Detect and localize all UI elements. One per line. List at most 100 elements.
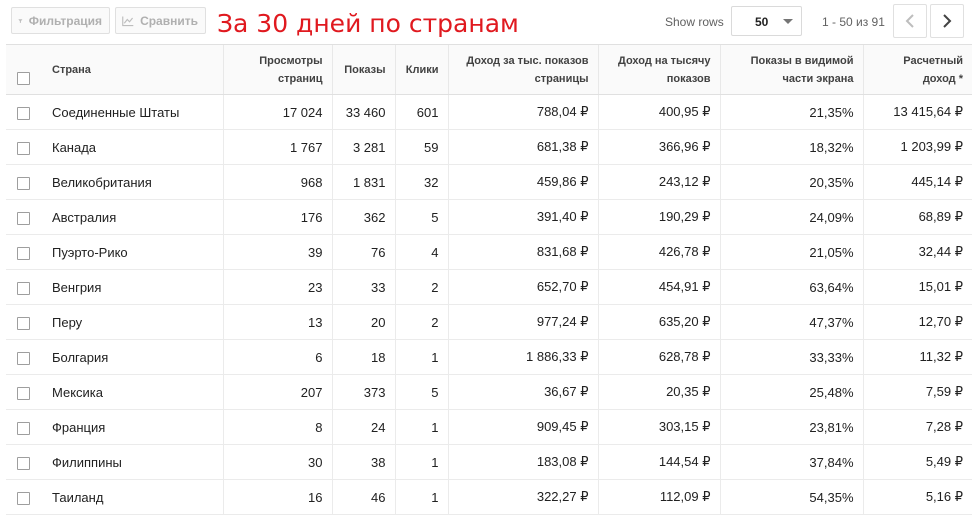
cell-active-view: 47,37%	[719, 304, 863, 340]
cell-page-rpm: 831,68 ₽	[447, 234, 598, 270]
cell-page-rpm: 977,24 ₽	[447, 304, 598, 340]
cell-clicks: 1	[394, 409, 448, 445]
cell-clicks: 1	[394, 479, 448, 515]
table-row[interactable]: Пуэрто-Рико 39 76 4 831,68 ₽426,78 ₽21,05% 32…	[6, 234, 972, 270]
row-checkbox[interactable]	[16, 491, 30, 505]
column-header-pageviews[interactable]: Просмотры страниц	[222, 44, 332, 95]
cell-estimated-earnings: 12,70 ₽	[862, 304, 972, 340]
row-checkbox[interactable]	[16, 456, 30, 470]
cell-active-view: 20,35%	[719, 164, 863, 200]
row-checkbox[interactable]	[16, 316, 30, 330]
cell-impressions: 76	[331, 234, 395, 270]
compare-button[interactable]: Сравнить	[115, 7, 206, 34]
select-all-checkbox[interactable]	[16, 72, 30, 86]
row-select-cell	[6, 129, 40, 165]
cell-active-view: 24,09%	[719, 199, 863, 235]
column-header-clicks[interactable]: Клики	[394, 44, 448, 95]
cell-impression-rpm: 454,91 ₽	[597, 269, 720, 305]
cell-estimated-earnings: 445,14 ₽	[862, 164, 972, 200]
pagination-range: 1 - 50 из 91	[822, 15, 885, 29]
column-header-page-rpm[interactable]: Доход за тыс. показов страницы	[447, 44, 598, 95]
cell-country[interactable]: Канада	[40, 129, 223, 165]
table-row[interactable]: Франция 8 24 1 909,45 ₽303,15 ₽23,81% 7,28 ₽	[6, 409, 972, 445]
row-checkbox[interactable]	[16, 211, 30, 225]
cell-page-rpm: 909,45 ₽	[447, 409, 598, 445]
cell-pageviews: 207	[222, 374, 332, 410]
cell-pageviews: 30	[222, 444, 332, 480]
row-select-cell	[6, 269, 40, 305]
table-row[interactable]: Мексика 207 373 5 36,67 ₽20,35 ₽25,48% 7,59 ₽	[6, 374, 972, 410]
cell-impressions: 46	[331, 479, 395, 515]
row-checkbox[interactable]	[16, 421, 30, 435]
cell-country[interactable]: Перу	[40, 304, 223, 340]
table-row[interactable]: Венгрия 23 33 2 652,70 ₽454,91 ₽63,64% 15,01 …	[6, 269, 972, 305]
column-header-impressions[interactable]: Показы	[331, 44, 395, 95]
cell-impression-rpm: 20,35 ₽	[597, 374, 720, 410]
cell-page-rpm: 322,27 ₽	[447, 479, 598, 515]
cell-country[interactable]: Венгрия	[40, 269, 223, 305]
compare-button-label: Сравнить	[140, 13, 198, 28]
cell-page-rpm: 391,40 ₽	[447, 199, 598, 235]
cell-country[interactable]: Болгария	[40, 339, 223, 375]
filter-button[interactable]: Фильтрация	[11, 7, 110, 34]
cell-country[interactable]: Австралия	[40, 199, 223, 235]
cell-impressions: 24	[331, 409, 395, 445]
cell-clicks: 59	[394, 129, 448, 165]
cell-active-view: 21,05%	[719, 234, 863, 270]
cell-country[interactable]: Пуэрто-Рико	[40, 234, 223, 270]
table-row[interactable]: Соединенные Штаты 17 024 33 460 601 788,04 ₽…	[6, 94, 972, 130]
annotation-title: За 30 дней по странам	[217, 9, 519, 38]
prev-page-button[interactable]	[893, 4, 927, 38]
table-row[interactable]: Филиппины 30 38 1 183,08 ₽144,54 ₽37,84% 5,49…	[6, 444, 972, 480]
chevron-left-icon	[905, 14, 914, 28]
row-checkbox[interactable]	[16, 351, 30, 365]
cell-estimated-earnings: 68,89 ₽	[862, 199, 972, 235]
country-report-table: Страна Просмотры страниц Показы Клики До…	[6, 44, 972, 515]
cell-clicks: 1	[394, 339, 448, 375]
cell-country[interactable]: Филиппины	[40, 444, 223, 480]
table-row[interactable]: Великобритания 968 1 831 32 459,86 ₽243,12 ₽…	[6, 164, 972, 200]
cell-page-rpm: 36,67 ₽	[447, 374, 598, 410]
table-row[interactable]: Австралия 176 362 5 391,40 ₽190,29 ₽24,09% 68…	[6, 199, 972, 235]
row-checkbox[interactable]	[16, 246, 30, 260]
cell-estimated-earnings: 13 415,64 ₽	[862, 94, 972, 130]
cell-pageviews: 176	[222, 199, 332, 235]
next-page-button[interactable]	[930, 4, 964, 38]
cell-clicks: 32	[394, 164, 448, 200]
cell-estimated-earnings: 7,28 ₽	[862, 409, 972, 445]
cell-pageviews: 23	[222, 269, 332, 305]
row-select-cell	[6, 199, 40, 235]
cell-country[interactable]: Мексика	[40, 374, 223, 410]
row-select-cell	[6, 94, 40, 130]
table-row[interactable]: Таиланд 16 46 1 322,27 ₽112,09 ₽54,35% 5,16 ₽	[6, 479, 972, 515]
row-checkbox[interactable]	[16, 106, 30, 120]
row-checkbox[interactable]	[16, 176, 30, 190]
column-header-impression-rpm[interactable]: Доход на тысячу показов	[597, 44, 720, 95]
table-row[interactable]: Канада 1 767 3 281 59 681,38 ₽366,96 ₽18,32%…	[6, 129, 972, 165]
cell-pageviews: 16	[222, 479, 332, 515]
cell-country[interactable]: Таиланд	[40, 479, 223, 515]
filter-button-label: Фильтрация	[28, 13, 102, 28]
column-header-estimated-earnings[interactable]: Расчетный доход *	[862, 44, 972, 95]
cell-pageviews: 13	[222, 304, 332, 340]
table-row[interactable]: Перу 13 20 2 977,24 ₽635,20 ₽47,37% 12,70 ₽	[6, 304, 972, 340]
rows-per-page-select[interactable]: 50	[731, 6, 802, 36]
table-row[interactable]: Болгария 6 18 1 1 886,33 ₽628,78 ₽33,33% 11,3…	[6, 339, 972, 375]
cell-country[interactable]: Великобритания	[40, 164, 223, 200]
row-select-cell	[6, 234, 40, 270]
toolbar: Фильтрация Сравнить За 30 дней по страна…	[0, 0, 978, 44]
cell-estimated-earnings: 5,49 ₽	[862, 444, 972, 480]
cell-pageviews: 1 767	[222, 129, 332, 165]
cell-country[interactable]: Соединенные Штаты	[40, 94, 223, 130]
table-header-row: Страна Просмотры страниц Показы Клики До…	[6, 44, 972, 95]
cell-impression-rpm: 366,96 ₽	[597, 129, 720, 165]
row-checkbox[interactable]	[16, 141, 30, 155]
column-header-country[interactable]: Страна	[40, 44, 223, 95]
cell-impressions: 3 281	[331, 129, 395, 165]
cell-country[interactable]: Франция	[40, 409, 223, 445]
cell-impression-rpm: 243,12 ₽	[597, 164, 720, 200]
cell-impressions: 18	[331, 339, 395, 375]
row-checkbox[interactable]	[16, 281, 30, 295]
row-checkbox[interactable]	[16, 386, 30, 400]
column-header-active-view[interactable]: Показы в видимой части экрана	[719, 44, 863, 95]
